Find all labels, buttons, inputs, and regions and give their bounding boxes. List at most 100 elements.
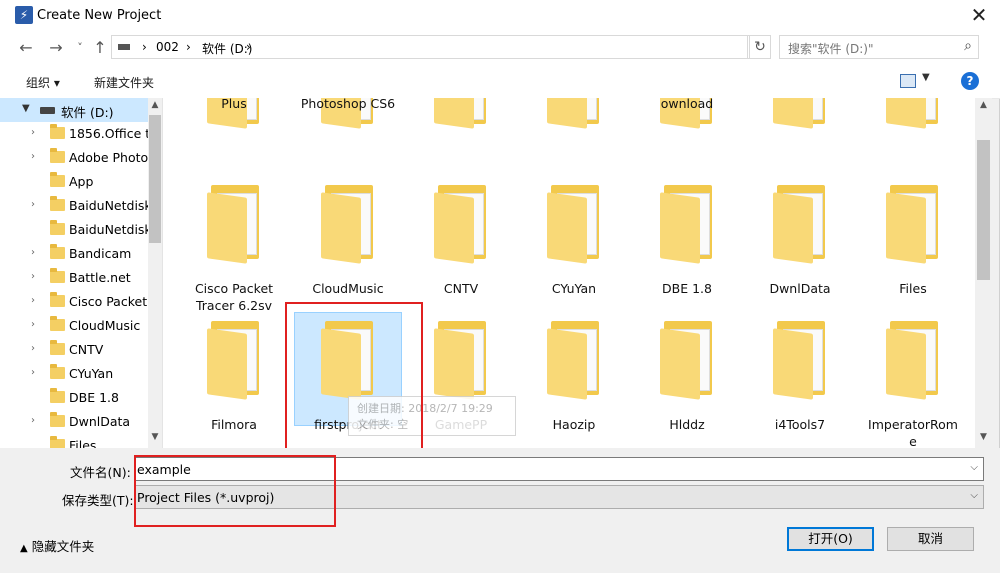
folder-item[interactable]: ImperatorRom e — [858, 311, 968, 448]
back-arrow-icon[interactable]: ← — [14, 36, 38, 60]
folder-name: Haozip — [552, 417, 596, 432]
folder-item[interactable]: Files — [858, 175, 968, 305]
content-scrollbar-thumb[interactable] — [977, 140, 990, 280]
breadcrumb-drive-d[interactable]: 软件 (D:) — [202, 40, 252, 57]
expand-chevron-icon[interactable]: › — [31, 367, 35, 378]
filename-label: 文件名(N): — [70, 465, 131, 480]
up-arrow-icon[interactable]: ↑ — [88, 36, 112, 60]
expand-chevron-icon[interactable]: › — [31, 343, 35, 354]
sidebar-scrollbar-thumb[interactable] — [149, 115, 161, 243]
breadcrumb-002[interactable]: 002 — [156, 40, 179, 54]
organize-button[interactable]: 组织 ▾ — [26, 74, 60, 91]
folder-name: 1856.Office tooPlus — [221, 98, 247, 111]
expand-chevron-icon[interactable]: › — [31, 247, 35, 258]
sidebar-item-label: Cisco Packet — [69, 294, 148, 309]
folder-icon — [434, 98, 490, 129]
scroll-down-arrow-icon[interactable]: ▼ — [975, 432, 992, 442]
drive-icon — [40, 107, 55, 114]
sidebar-item[interactable]: › Adobe Photo — [0, 146, 148, 170]
file-type-dropdown-icon[interactable]: ⌵ — [970, 490, 978, 501]
folder-icon — [50, 220, 65, 235]
folder-item[interactable]: AdobePhotoshop CS6 — [293, 98, 403, 170]
sidebar-item[interactable]: Files — [0, 434, 148, 448]
expand-chevron-icon[interactable]: › — [31, 415, 35, 426]
sidebar-item-label: DBE 1.8 — [69, 390, 119, 405]
breadcrumb-separator: › — [186, 40, 191, 54]
folder-icon — [207, 185, 263, 264]
folder-item[interactable]: Filmora — [179, 311, 289, 441]
expand-chevron-icon[interactable]: › — [31, 295, 35, 306]
refresh-icon[interactable]: ↻ — [749, 35, 771, 59]
folder-name: CloudMusic — [312, 281, 384, 296]
folder-name: AdobePhotoshop CS6 — [300, 98, 396, 111]
sidebar-item[interactable]: App — [0, 170, 148, 194]
sidebar-item[interactable]: › DwnlData — [0, 410, 148, 434]
folder-item[interactable]: CloudMusic — [293, 175, 403, 305]
sidebar-item-label: BaiduNetdisk — [69, 222, 148, 237]
search-input[interactable]: 搜索"软件 (D:)" ⌕ — [779, 35, 979, 59]
folder-item[interactable]: Cisco Packet Tracer 6.2sv — [179, 175, 289, 313]
folder-item[interactable]: DwnlData — [745, 175, 855, 305]
sidebar-item[interactable]: › 1856.Office tc — [0, 122, 148, 146]
open-button[interactable]: 打开(O) — [787, 527, 874, 551]
sidebar-item[interactable]: › CYuYan — [0, 362, 148, 386]
close-icon[interactable]: ✕ — [962, 0, 996, 30]
folder-icon — [886, 321, 942, 400]
folder-item[interactable]: CNTV — [406, 175, 516, 305]
sidebar-item-label: 1856.Office tc — [69, 126, 148, 141]
new-folder-button[interactable]: 新建文件夹 — [94, 74, 154, 91]
highlight-box-firstproject — [285, 302, 423, 450]
folder-item[interactable]: Bandicam — [745, 98, 855, 170]
view-mode-icon[interactable] — [900, 74, 916, 88]
folder-name: ImperatorRom e — [868, 417, 958, 448]
cancel-button[interactable]: 取消 — [887, 527, 974, 551]
folder-item[interactable]: 1856.Office tooPlus — [179, 98, 289, 170]
folder-item[interactable]: Hlddz — [632, 311, 742, 441]
folder-icon — [50, 364, 65, 379]
folder-icon — [773, 98, 829, 129]
folder-item[interactable]: Haozip — [519, 311, 629, 441]
folder-icon — [50, 412, 65, 427]
folder-item[interactable]: BaiduNetdisk — [519, 98, 629, 170]
folder-item[interactable]: CYuYan — [519, 175, 629, 305]
sidebar-item-drive-d[interactable]: ▼ 软件 (D:) — [0, 98, 148, 122]
expand-chevron-icon[interactable]: › — [31, 319, 35, 330]
sidebar-item-label: BaiduNetdisk — [69, 198, 148, 213]
sidebar-item[interactable]: › Battle.net — [0, 266, 148, 290]
sidebar-item[interactable]: › Bandicam — [0, 242, 148, 266]
folder-icon — [660, 321, 716, 400]
sidebar-item[interactable]: BaiduNetdisk — [0, 218, 148, 242]
scroll-up-arrow-icon[interactable]: ▲ — [148, 100, 162, 112]
sidebar-item-label: CYuYan — [69, 366, 114, 381]
folder-item[interactable]: App — [406, 98, 516, 170]
folder-item[interactable]: BaiduNetdiskDownload — [632, 98, 742, 170]
scroll-down-arrow-icon[interactable]: ▼ — [148, 432, 162, 444]
sidebar-item[interactable]: › CNTV — [0, 338, 148, 362]
help-icon[interactable]: ? — [961, 72, 979, 90]
collapse-chevron-icon[interactable]: ▼ — [22, 103, 30, 114]
hide-folders-toggle[interactable]: ▲ 隐藏文件夹 — [20, 536, 94, 555]
keil-app-icon: ⚡ — [15, 6, 33, 24]
folder-icon — [50, 268, 65, 283]
forward-arrow-icon[interactable]: → — [44, 36, 68, 60]
sidebar-item[interactable]: › Cisco Packet — [0, 290, 148, 314]
sidebar-item[interactable]: DBE 1.8 — [0, 386, 148, 410]
search-placeholder: 搜索"软件 (D:)" — [788, 42, 874, 56]
folder-item[interactable]: i4Tools7 — [745, 311, 855, 441]
expand-chevron-icon[interactable]: › — [31, 199, 35, 210]
sidebar-item[interactable]: › CloudMusic — [0, 314, 148, 338]
address-bar[interactable]: › 002 › 软件 (D:) › — [111, 35, 748, 59]
folder-icon — [50, 172, 65, 187]
sidebar-item[interactable]: › BaiduNetdisk — [0, 194, 148, 218]
folder-name: Files — [899, 281, 927, 296]
filename-dropdown-icon[interactable]: ⌵ — [970, 462, 978, 473]
expand-chevron-icon[interactable]: › — [31, 151, 35, 162]
expand-chevron-icon[interactable]: › — [31, 127, 35, 138]
view-mode-dropdown-icon[interactable]: ▼ — [922, 72, 930, 83]
folder-name: Filmora — [211, 417, 257, 432]
scroll-up-arrow-icon[interactable]: ▲ — [975, 100, 992, 110]
folder-icon — [886, 98, 942, 129]
folder-item[interactable]: DBE 1.8 — [632, 175, 742, 305]
expand-chevron-icon[interactable]: › — [31, 271, 35, 282]
folder-item[interactable]: Battle.net — [858, 98, 968, 170]
